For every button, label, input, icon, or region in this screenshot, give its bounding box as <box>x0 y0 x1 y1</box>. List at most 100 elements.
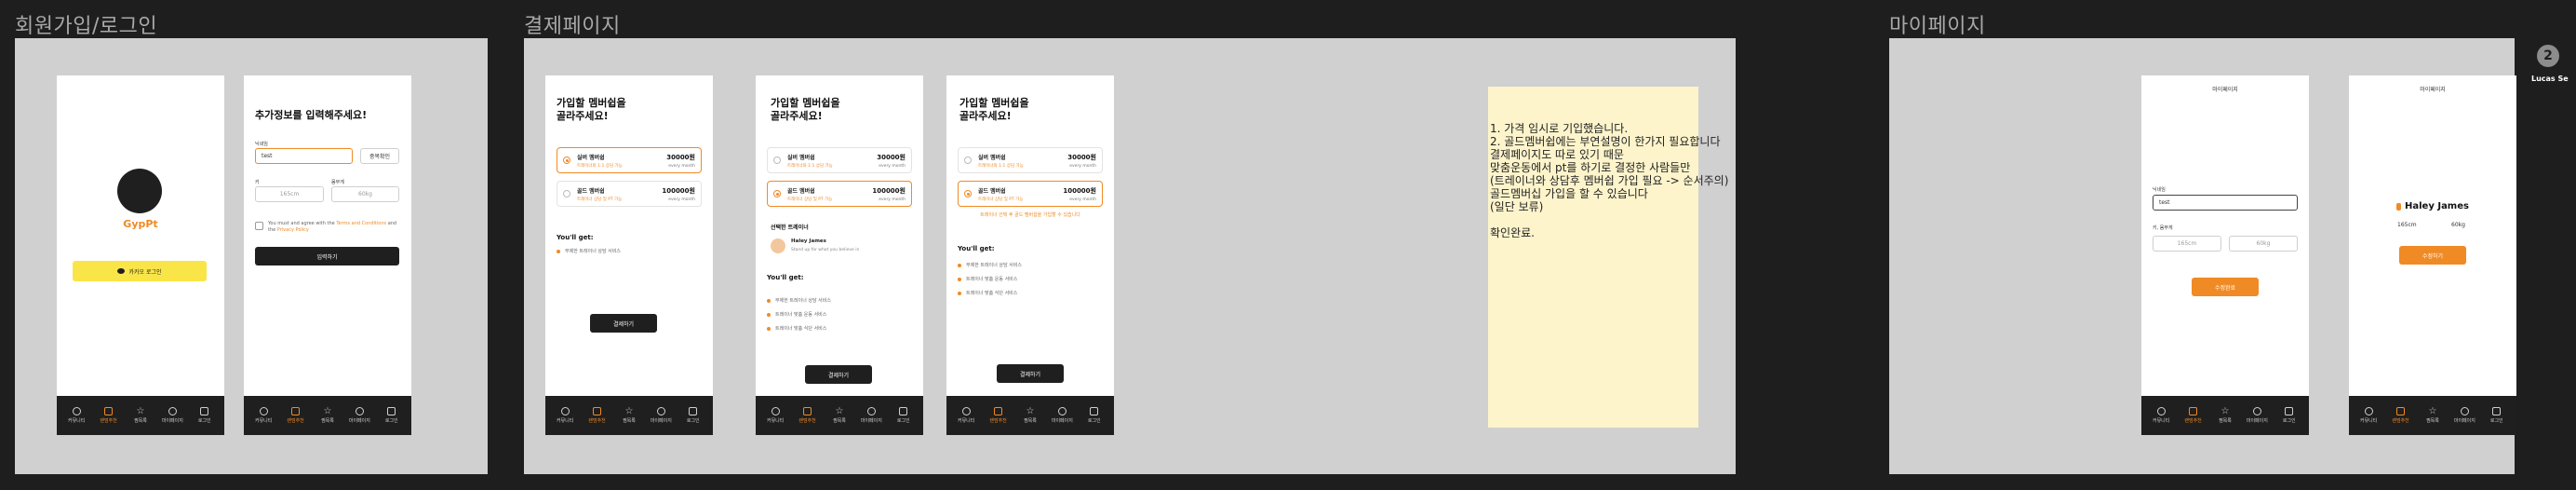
dumbbell-icon <box>2396 407 2406 415</box>
tab-mypage[interactable]: 마이페이지 <box>158 407 186 424</box>
plan-gold[interactable]: 골드 멤버쉽 트레이너 상담 및 PT 가능 100000원 every month <box>958 181 1103 207</box>
terms-link[interactable]: Terms and Conditions <box>336 221 386 226</box>
tab-mypage[interactable]: 마이페이지 <box>2450 407 2478 424</box>
tab-bar: 커뮤니티 랜덤추천 ☆ 찜목록 마이페이지 로그인 <box>2141 396 2309 435</box>
tab-favorites[interactable]: ☆ 찜목록 <box>2419 407 2447 425</box>
tab-login[interactable]: 로그인 <box>1080 407 1108 424</box>
login-icon <box>200 407 209 415</box>
dumbbell-icon <box>291 407 301 415</box>
tab-random[interactable]: 랜덤추천 <box>985 407 1013 424</box>
payment-title: 가입할 멤버쉽을 골라주세요! <box>959 97 1029 122</box>
mypage-profile-screen: 마이페이지 Haley James 165cm 60kg 수정하기 커뮤니티 랜… <box>2349 75 2516 435</box>
nickname-input[interactable]: test <box>255 148 353 164</box>
dumbbell-icon <box>994 407 1003 415</box>
weight-input[interactable]: 60kg <box>2229 236 2298 252</box>
dumbbell-icon <box>2189 407 2198 415</box>
frame-payment: 가입할 멤버쉽을 골라주세요! 실버 멤버쉽 트레이너와 1:1 상담 가능 300… <box>524 38 1736 474</box>
plan-gold[interactable]: 골드 멤버쉽 트레이너 상담 및 PT 가능 100000원 every month <box>557 181 702 207</box>
agree-checkbox[interactable] <box>255 222 263 230</box>
radio-silver[interactable] <box>563 157 570 164</box>
gets-title: You'll get: <box>767 274 804 281</box>
payment-screen-gold: 가입할 멤버쉽을 골라주세요! 실버 멤버쉽 트레이너와 1:1 상담 가능 300… <box>756 75 923 435</box>
tab-mypage[interactable]: 마이페이지 <box>345 407 373 424</box>
signup-submit-button[interactable]: 입력하기 <box>255 247 399 265</box>
tab-mypage[interactable]: 마이페이지 <box>647 407 675 424</box>
tab-random[interactable]: 랜덤추천 <box>584 407 611 424</box>
user-icon <box>2460 407 2469 415</box>
tab-login[interactable]: 로그인 <box>890 407 918 424</box>
radio-silver[interactable] <box>773 157 781 164</box>
tab-login[interactable]: 로그인 <box>2483 407 2511 424</box>
tab-favorites[interactable]: ☆ 찜목록 <box>615 407 643 425</box>
tab-login[interactable]: 로그인 <box>191 407 219 424</box>
avatar[interactable]: 2 <box>2537 45 2559 67</box>
frame-signup: GypPt 카카오 로그인 커뮤니티 랜덤추천 ☆ 찜목록 마이페이지 로그인 추… <box>15 38 488 474</box>
tab-community[interactable]: 커뮤니티 <box>2147 407 2175 424</box>
tab-favorites[interactable]: ☆ 찜목록 <box>2211 407 2239 425</box>
star-icon: ☆ <box>835 406 844 416</box>
pay-button[interactable]: 결제하기 <box>805 365 872 384</box>
tab-favorites[interactable]: ☆ 찜목록 <box>825 406 853 425</box>
frame-mypage: 마이페이지 닉네임 test 키, 몸무게 165cm 60kg 수정완료 커뮤… <box>1889 38 2516 474</box>
tab-random[interactable]: 랜덤추천 <box>794 407 822 424</box>
bullet-icon <box>767 326 771 331</box>
tab-login[interactable]: 로그인 <box>679 407 707 424</box>
profile-name-row: Haley James <box>2349 201 2516 211</box>
kakao-login-button[interactable]: 카카오 로그인 <box>73 261 207 281</box>
nickname-check-button[interactable]: 중복확인 <box>360 148 399 164</box>
tab-mypage[interactable]: 마이페이지 <box>1048 407 1076 424</box>
weight-input[interactable]: 60kg <box>331 186 399 202</box>
radio-gold[interactable] <box>964 190 972 197</box>
tab-random[interactable]: 랜덤추천 <box>95 407 123 424</box>
radio-gold[interactable] <box>773 190 781 197</box>
tab-random[interactable]: 랜덤추천 <box>282 407 310 424</box>
bullet-icon <box>958 263 961 267</box>
tab-bar: 커뮤니티 랜덤추천 ☆ 찜목록 마이페이지 로그인 <box>244 396 411 435</box>
height-input[interactable]: 165cm <box>255 186 324 202</box>
login-screen: GypPt 카카오 로그인 커뮤니티 랜덤추천 ☆ 찜목록 마이페이지 로그인 <box>57 75 224 435</box>
radio-silver[interactable] <box>964 157 972 164</box>
payment-title: 가입할 멤버쉽을 골라주세요! <box>557 97 626 122</box>
edit-profile-button[interactable]: 수정하기 <box>2399 246 2466 265</box>
pay-button[interactable]: 결제하기 <box>590 314 657 333</box>
radio-gold[interactable] <box>563 190 570 197</box>
chat-icon <box>961 407 971 415</box>
section-title-signup: 회원가입/로그인 <box>15 15 158 38</box>
tab-mypage[interactable]: 마이페이지 <box>857 407 885 424</box>
height-label: 키 <box>255 180 260 185</box>
privacy-link[interactable]: Privacy Policy <box>277 227 309 233</box>
nickname-label: 닉네임 <box>2153 187 2166 193</box>
plan-silver[interactable]: 실버 멤버쉽 트레이너와 1:1 상담 가능 30000원 every month <box>557 147 702 173</box>
tab-favorites[interactable]: ☆ 찜목록 <box>127 406 154 425</box>
user-icon <box>2252 407 2261 415</box>
tab-random[interactable]: 랜덤추천 <box>2387 407 2415 424</box>
plan-silver[interactable]: 실버 멤버쉽 트레이너와 1:1 상담 가능 30000원 every month <box>767 147 912 173</box>
tab-login[interactable]: 로그인 <box>378 407 406 424</box>
trainer-desc: Stand up for what you believe in <box>791 248 860 252</box>
trainer-avatar[interactable] <box>771 238 785 253</box>
height-input[interactable]: 165cm <box>2153 236 2221 252</box>
tab-community[interactable]: 커뮤니티 <box>551 407 579 424</box>
nickname-input[interactable]: test <box>2153 195 2298 211</box>
tab-community[interactable]: 커뮤니티 <box>2355 407 2382 424</box>
logo-circle <box>117 169 162 213</box>
star-icon: ☆ <box>136 406 145 416</box>
person-icon <box>2396 202 2402 211</box>
tab-favorites[interactable]: ☆ 찜목록 <box>1016 407 1044 425</box>
plan-silver[interactable]: 실버 멤버쉽 트레이너와 1:1 상담 가능 30000원 every month <box>958 147 1103 173</box>
pay-button[interactable]: 결제하기 <box>997 364 1064 383</box>
tab-favorites[interactable]: ☆ 찜목록 <box>314 407 342 425</box>
tab-community[interactable]: 커뮤니티 <box>952 407 980 424</box>
user-icon <box>168 407 177 415</box>
tab-community[interactable]: 커뮤니티 <box>761 407 789 424</box>
tab-mypage[interactable]: 마이페이지 <box>2243 407 2271 424</box>
tab-login[interactable]: 로그인 <box>2275 407 2303 424</box>
tab-random[interactable]: 랜덤추천 <box>2180 407 2207 424</box>
tab-community[interactable]: 커뮤니티 <box>62 407 90 424</box>
edit-complete-button[interactable]: 수정완료 <box>2192 278 2259 296</box>
tab-community[interactable]: 커뮤니티 <box>249 407 277 424</box>
chat-icon <box>259 407 268 415</box>
gets-title: You'll get: <box>557 234 594 241</box>
plan-gold[interactable]: 골드 멤버쉽 트레이너 상담 및 PT 가능 100000원 every month <box>767 181 912 207</box>
benefit-item: 트레이너 맞춤 운동 서비스 <box>958 276 1017 282</box>
